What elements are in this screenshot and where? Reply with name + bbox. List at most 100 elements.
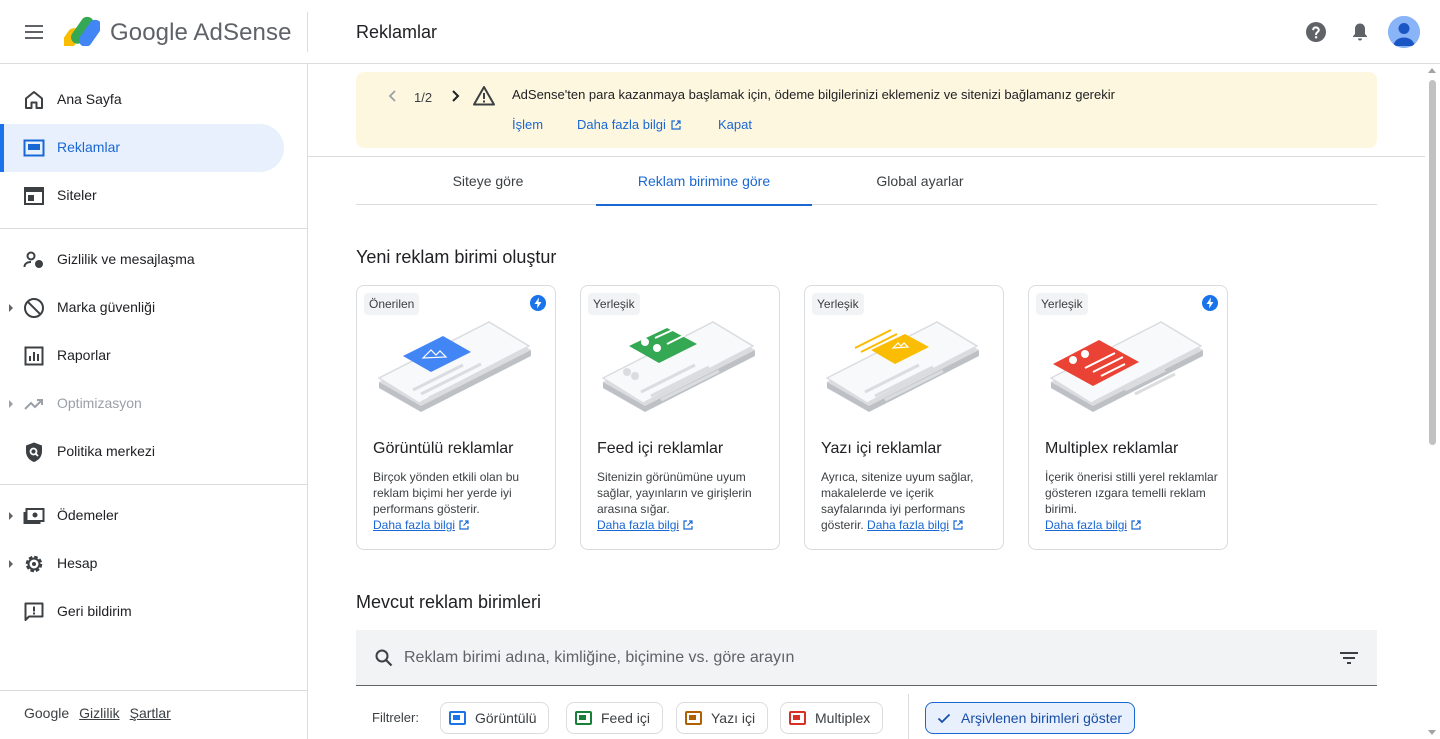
- external-link-icon: [683, 520, 693, 530]
- sidebar-item-ads[interactable]: Reklamlar: [0, 124, 284, 172]
- filter-list-icon[interactable]: [1337, 646, 1361, 670]
- feedback-icon: [24, 602, 44, 621]
- existing-section-title: Mevcut reklam birimleri: [356, 592, 542, 612]
- in-feed-ads-card[interactable]: Yerleşik Feed içi reklamlar Sitenizin gö…: [580, 285, 780, 550]
- settings-icon: [25, 555, 43, 573]
- tab-by-ad-unit[interactable]: Reklam birimine göre: [596, 157, 812, 206]
- in-article-format-icon: [685, 711, 702, 725]
- scroll-down-arrow-icon[interactable]: [1428, 730, 1436, 735]
- tab-by-site[interactable]: Siteye göre: [380, 157, 596, 205]
- expand-caret-icon: [9, 560, 13, 568]
- filter-chip-label: Yazı içi: [711, 710, 756, 726]
- bolt-icon: [530, 295, 546, 311]
- tab-global-settings[interactable]: Global ayarlar: [812, 157, 1028, 205]
- show-archived-chip[interactable]: Arşivlenen birimleri göster: [925, 702, 1136, 734]
- sidebar-item-label: Reklamlar: [57, 139, 121, 155]
- sidebar-item-home[interactable]: Ana Sayfa: [0, 76, 284, 124]
- card-learn-more-link[interactable]: Daha fazla bilgi: [597, 518, 693, 532]
- filter-separator: [908, 694, 909, 739]
- native-chip: Yerleşik: [812, 293, 864, 315]
- in-feed-format-icon: [575, 711, 592, 725]
- learn-more-label: Daha fazla bilgi: [373, 518, 456, 532]
- sidebar-item-label: Ana Sayfa: [57, 91, 122, 107]
- sidebar-item-payments[interactable]: Ödemeler: [0, 492, 284, 540]
- sidebar-divider: [0, 690, 307, 691]
- card-title: Yazı içi reklamlar: [821, 440, 942, 457]
- sidebar-item-sites[interactable]: Siteler: [0, 172, 284, 220]
- sidebar-item-reports[interactable]: Raporlar: [0, 332, 284, 380]
- expand-caret-icon: [9, 512, 13, 520]
- multiplex-ads-card[interactable]: Yerleşik Multiplex reklamlar İçerik öner…: [1028, 285, 1228, 550]
- display-ads-card[interactable]: Önerilen Görüntülü reklamlar Birçok yönd…: [356, 285, 556, 550]
- bolt-icon: [1202, 295, 1218, 311]
- card-title: Feed içi reklamlar: [597, 440, 724, 457]
- sidebar-divider: [0, 484, 307, 485]
- sidebar-item-feedback[interactable]: Geri bildirim: [0, 588, 284, 636]
- banner-learn-more-label: Daha fazla bilgi: [577, 117, 666, 132]
- filter-chip-multiplex[interactable]: Multiplex: [780, 702, 884, 734]
- sidebar-footer: Google Gizlilik Şartlar: [24, 705, 171, 721]
- native-chip: Yerleşik: [1036, 293, 1088, 315]
- filter-chip-in-article[interactable]: Yazı içi: [676, 702, 769, 734]
- learn-more-label: Daha fazla bilgi: [867, 518, 950, 532]
- card-learn-more-link[interactable]: Daha fazla bilgi: [373, 518, 469, 532]
- card-learn-more-link[interactable]: Daha fazla bilgi: [1045, 518, 1141, 532]
- sidebar-item-label: Hesap: [57, 555, 98, 571]
- sidebar-item-label: Politika merkezi: [57, 443, 156, 459]
- card-description: İçerik önerisi stilli yerel reklamlar gö…: [1045, 469, 1220, 533]
- filters-label: Filtreler:: [372, 710, 419, 725]
- sidebar-item-optimization[interactable]: Optimizasyon: [0, 380, 284, 428]
- notifications-icon[interactable]: [1348, 20, 1372, 44]
- help-icon[interactable]: [1304, 20, 1328, 44]
- account-avatar[interactable]: [1388, 16, 1420, 48]
- menu-icon[interactable]: [14, 14, 54, 50]
- block-icon: [24, 298, 44, 318]
- learn-more-label: Daha fazla bilgi: [1045, 518, 1128, 532]
- chevron-right-icon[interactable]: [446, 86, 464, 106]
- warning-icon: [473, 86, 495, 106]
- check-icon: [937, 713, 951, 724]
- filter-chip-label: Multiplex: [815, 710, 871, 726]
- payments-icon: [23, 508, 45, 524]
- banner-learn-more-link[interactable]: Daha fazla bilgi: [577, 117, 681, 132]
- privacy-link[interactable]: Gizlilik: [79, 705, 119, 721]
- in-feed-ad-illustration: [601, 321, 755, 412]
- search-input[interactable]: [404, 646, 1304, 670]
- display-format-icon: [449, 711, 466, 725]
- filter-chip-display[interactable]: Görüntülü: [440, 702, 550, 734]
- adsense-logo-icon: [64, 16, 100, 46]
- sidebar-item-account[interactable]: Hesap: [0, 540, 284, 588]
- external-link-icon: [459, 520, 469, 530]
- chevron-left-icon[interactable]: [384, 86, 402, 106]
- filter-chip-in-feed[interactable]: Feed içi: [566, 702, 664, 734]
- banner-dismiss-link[interactable]: Kapat: [718, 117, 752, 132]
- card-description-text: Sitenizin görünümüne uyum sağlar, yayınl…: [597, 470, 752, 516]
- top-app-bar: Google AdSense Reklamlar: [0, 0, 1440, 64]
- card-description-text: Birçok yönden etkili olan bu reklam biçi…: [373, 470, 520, 516]
- in-article-ad-illustration: [825, 321, 979, 412]
- banner-action-link[interactable]: İşlem: [512, 117, 543, 132]
- topbar-divider: [307, 12, 308, 52]
- scroll-up-arrow-icon[interactable]: [1428, 68, 1436, 73]
- sidebar-item-policy-center[interactable]: Politika merkezi: [0, 428, 284, 476]
- tab-bar: Siteye göre Reklam birimine göre Global …: [356, 157, 1377, 206]
- card-learn-more-link[interactable]: Daha fazla bilgi: [867, 518, 963, 532]
- card-title: Görüntülü reklamlar: [373, 440, 514, 457]
- multiplex-format-icon: [789, 711, 806, 725]
- in-article-ads-card[interactable]: Yerleşik Yazı içi reklamlar Ayrıca, site…: [804, 285, 1004, 550]
- page-title: Reklamlar: [356, 22, 438, 42]
- terms-link[interactable]: Şartlar: [130, 705, 171, 721]
- sidebar-item-privacy[interactable]: Gizlilik ve mesajlaşma: [0, 236, 284, 284]
- sidebar-item-label: Ödemeler: [57, 507, 119, 523]
- sidebar-item-label: Gizlilik ve mesajlaşma: [57, 251, 195, 267]
- card-description: Ayrıca, sitenize uyum sağlar, makalelerd…: [821, 469, 996, 533]
- privacy-icon: [23, 251, 43, 268]
- page-scrollbar[interactable]: [1425, 64, 1440, 739]
- scrollbar-thumb[interactable]: [1429, 80, 1436, 445]
- sidebar-divider: [0, 228, 307, 229]
- sites-icon: [24, 187, 44, 205]
- filter-chip-label: Feed içi: [601, 710, 651, 726]
- recommended-chip: Önerilen: [364, 293, 420, 315]
- sidebar-item-brand-safety[interactable]: Marka güvenliği: [0, 284, 284, 332]
- external-link-icon: [671, 119, 681, 130]
